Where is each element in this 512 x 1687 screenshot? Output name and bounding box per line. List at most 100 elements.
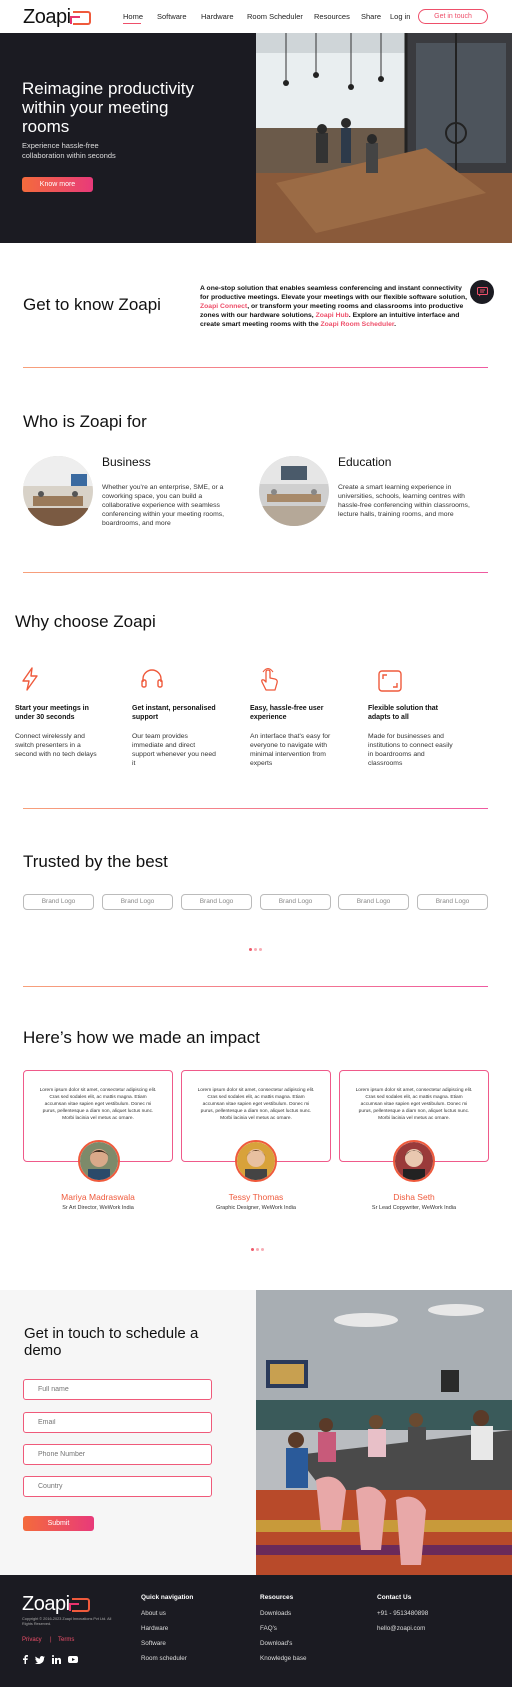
facebook-icon[interactable] bbox=[22, 1655, 28, 1664]
divider bbox=[23, 986, 488, 987]
phone-input[interactable] bbox=[23, 1444, 212, 1465]
terms-link[interactable]: Terms bbox=[58, 1637, 74, 1643]
who-business-text: Whether you're an enterprise, SME, or a … bbox=[102, 484, 225, 527]
zoapi-hub-link[interactable]: Zoapi Hub bbox=[316, 312, 349, 319]
logo-text: Zoapi bbox=[23, 6, 71, 28]
why-item-2-text: Our team provides immediate and direct s… bbox=[132, 733, 216, 767]
know-text-d: . bbox=[394, 321, 397, 328]
footer-link-faqs[interactable]: FAQ's bbox=[260, 1625, 277, 1632]
contact-title: Get in touch to schedule a demo bbox=[24, 1325, 199, 1359]
separator: | bbox=[50, 1637, 52, 1643]
submit-button[interactable]: Submit bbox=[23, 1516, 94, 1531]
brand-logo: Brand Logo bbox=[338, 894, 409, 910]
footer-link-knowledge-base[interactable]: Knowledge base bbox=[260, 1655, 307, 1662]
nav-active-underline bbox=[123, 23, 141, 24]
testimonial-name: Disha Seth bbox=[393, 1192, 435, 1202]
social-links bbox=[22, 1655, 78, 1664]
avatar bbox=[235, 1140, 277, 1182]
chat-icon bbox=[476, 287, 488, 297]
login-link[interactable]: Log in bbox=[390, 12, 410, 21]
brand-logo: Brand Logo bbox=[417, 894, 488, 910]
testimonial-text: Lorem ipsum dolor sit amet, consectetur … bbox=[197, 1088, 315, 1121]
resources-title: Resources bbox=[260, 1594, 294, 1601]
youtube-icon[interactable] bbox=[68, 1656, 78, 1663]
copyright: Copyright © 2016-2023 Zoapi Innovations … bbox=[22, 1617, 112, 1626]
meeting-room-photo bbox=[256, 33, 512, 243]
nav-share[interactable]: Share bbox=[361, 12, 381, 21]
headset-icon bbox=[140, 668, 164, 695]
hero-title: Reimagine productivity within your meeti… bbox=[22, 79, 194, 136]
nav-room-scheduler[interactable]: Room Scheduler bbox=[247, 12, 303, 21]
education-photo bbox=[259, 456, 329, 526]
hero-section: Reimagine productivity within your meeti… bbox=[0, 33, 512, 243]
site-footer: Zoapi Copyright © 2016-2023 Zoapi Innova… bbox=[0, 1575, 512, 1687]
linkedin-icon[interactable] bbox=[52, 1655, 61, 1664]
footer-link-room-scheduler[interactable]: Room scheduler bbox=[141, 1655, 187, 1662]
brand-logo: Brand Logo bbox=[102, 894, 173, 910]
full-name-input[interactable] bbox=[23, 1379, 212, 1400]
footer-logo-text: Zoapi bbox=[22, 1593, 70, 1615]
country-input[interactable] bbox=[23, 1476, 212, 1497]
twitter-icon[interactable] bbox=[35, 1655, 45, 1664]
logo-mark-icon bbox=[69, 10, 91, 25]
get-in-touch-button[interactable]: Get in touch bbox=[418, 9, 488, 24]
chat-button[interactable] bbox=[470, 280, 494, 304]
footer-email[interactable]: hello@zoapi.com bbox=[377, 1625, 425, 1632]
testimonial-name: Mariya Madraswala bbox=[61, 1192, 135, 1202]
why-item-1-title: Start your meetings in under 30 seconds bbox=[15, 705, 89, 721]
site-header: Zoapi Home Software Hardware Room Schedu… bbox=[0, 0, 512, 33]
nav-hardware[interactable]: Hardware bbox=[201, 12, 234, 21]
testimonial-name: Tessy Thomas bbox=[228, 1192, 284, 1202]
expand-icon bbox=[378, 670, 402, 697]
brand-logo: Brand Logo bbox=[260, 894, 331, 910]
avatar bbox=[78, 1140, 120, 1182]
footer-link-about[interactable]: About us bbox=[141, 1610, 166, 1617]
logo[interactable]: Zoapi bbox=[23, 6, 91, 29]
why-item-3-text: An interface that's easy for everyone to… bbox=[250, 733, 331, 767]
testimonial-role: Sr Lead Copywriter, WeWork India bbox=[371, 1205, 457, 1211]
avatar bbox=[393, 1140, 435, 1182]
who-title: Who is Zoapi for bbox=[23, 412, 147, 431]
why-title: Why choose Zoapi bbox=[15, 612, 156, 631]
testimonial-role: Graphic Designer, WeWork India bbox=[216, 1205, 296, 1211]
carousel-dots[interactable] bbox=[250, 1238, 265, 1256]
who-education-text: Create a smart learning experience in un… bbox=[338, 484, 470, 518]
footer-logo[interactable]: Zoapi bbox=[22, 1593, 90, 1616]
nav-home[interactable]: Home bbox=[123, 12, 143, 21]
brand-logo: Brand Logo bbox=[181, 894, 252, 910]
contact-us-title: Contact Us bbox=[377, 1594, 412, 1601]
why-item-2-title: Get instant, personalised support bbox=[132, 705, 216, 721]
why-item-4-title: Flexible solution that adapts to all bbox=[368, 705, 439, 721]
nav-software[interactable]: Software bbox=[157, 12, 187, 21]
zoapi-room-scheduler-link[interactable]: Zoapi Room Scheduler bbox=[321, 321, 395, 328]
hand-pointer-icon bbox=[257, 666, 281, 697]
who-business-title: Business bbox=[102, 455, 151, 469]
testimonial-role: Sr Art Director, WeWork India bbox=[62, 1205, 134, 1211]
know-description: A one-stop solution that enables seamles… bbox=[200, 284, 468, 329]
logo-mark-icon bbox=[68, 1597, 90, 1612]
footer-link-software[interactable]: Software bbox=[141, 1640, 166, 1647]
team-meeting-photo bbox=[256, 1290, 512, 1575]
footer-link-hardware[interactable]: Hardware bbox=[141, 1625, 168, 1632]
zoapi-connect-link[interactable]: Zoapi Connect bbox=[200, 303, 247, 310]
divider bbox=[23, 367, 488, 368]
footer-link-downloads[interactable]: Downloads bbox=[260, 1610, 291, 1617]
trusted-title: Trusted by the best bbox=[23, 852, 168, 871]
brand-logo: Brand Logo bbox=[23, 894, 94, 910]
testimonial-text: Lorem ipsum dolor sit amet, consectetur … bbox=[355, 1088, 473, 1121]
know-title: Get to know Zoapi bbox=[23, 295, 161, 314]
footer-phone[interactable]: +91 - 9513480898 bbox=[377, 1610, 428, 1617]
hero-subtitle: Experience hassle-free collaboration wit… bbox=[22, 141, 116, 160]
why-item-1-text: Connect wirelessly and switch presenters… bbox=[15, 733, 97, 758]
why-item-4-text: Made for businesses and institutions to … bbox=[368, 733, 453, 767]
who-education-title: Education bbox=[338, 455, 392, 469]
carousel-dots[interactable] bbox=[248, 938, 263, 956]
privacy-link[interactable]: Privacy bbox=[22, 1637, 42, 1643]
email-input[interactable] bbox=[23, 1412, 212, 1433]
nav-resources[interactable]: Resources bbox=[314, 12, 350, 21]
impact-title: Here’s how we made an impact bbox=[23, 1028, 260, 1047]
know-more-button[interactable]: Know more bbox=[22, 177, 93, 192]
business-photo bbox=[23, 456, 93, 526]
know-text-a: A one-stop solution that enables seamles… bbox=[200, 285, 468, 301]
footer-link-downloads-2[interactable]: Download's bbox=[260, 1640, 292, 1647]
